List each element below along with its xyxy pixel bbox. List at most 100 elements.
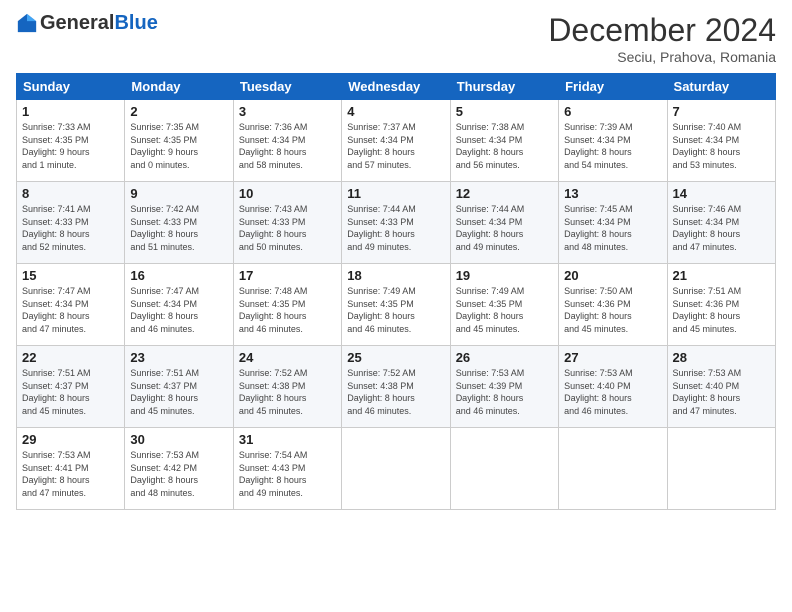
calendar-cell: 22Sunrise: 7:51 AMSunset: 4:37 PMDayligh… [17, 346, 125, 428]
calendar-cell: 15 Sunrise: 7:47 AMSunset: 4:34 PMDayligh… [17, 264, 125, 346]
calendar-cell: 1Sunrise: 7:33 AMSunset: 4:35 PMDaylight… [17, 100, 125, 182]
day-number: 28 [673, 350, 770, 365]
weekday-header-friday: Friday [559, 74, 667, 100]
calendar-cell: 20 Sunrise: 7:50 AMSunset: 4:36 PMDayligh… [559, 264, 667, 346]
calendar-cell: 29Sunrise: 7:53 AMSunset: 4:41 PMDayligh… [17, 428, 125, 510]
logo-general-text: General [40, 13, 114, 33]
calendar-cell [342, 428, 450, 510]
day-info: Sunrise: 7:49 AMSunset: 4:35 PMDaylight:… [347, 285, 444, 335]
calendar-cell [667, 428, 775, 510]
weekday-header-saturday: Saturday [667, 74, 775, 100]
calendar-cell: 11 Sunrise: 7:44 AMSunset: 4:33 PMDayligh… [342, 182, 450, 264]
day-info: Sunrise: 7:39 AMSunset: 4:34 PMDaylight:… [564, 121, 661, 171]
day-info: Sunrise: 7:49 AMSunset: 4:35 PMDaylight:… [456, 285, 553, 335]
calendar-cell: 26 Sunrise: 7:53 AMSunset: 4:39 PMDayligh… [450, 346, 558, 428]
day-info: Sunrise: 7:41 AMSunset: 4:33 PMDaylight:… [22, 203, 119, 253]
day-number: 18 [347, 268, 444, 283]
day-number: 24 [239, 350, 336, 365]
week-row-5: 29Sunrise: 7:53 AMSunset: 4:41 PMDayligh… [17, 428, 776, 510]
week-row-1: 1Sunrise: 7:33 AMSunset: 4:35 PMDaylight… [17, 100, 776, 182]
day-info: Sunrise: 7:53 AMSunset: 4:40 PMDaylight:… [673, 367, 770, 417]
weekday-header-tuesday: Tuesday [233, 74, 341, 100]
day-info: Sunrise: 7:51 AMSunset: 4:36 PMDaylight:… [673, 285, 770, 335]
day-number: 15 [22, 268, 119, 283]
calendar-cell: 27Sunrise: 7:53 AMSunset: 4:40 PMDayligh… [559, 346, 667, 428]
title-block: December 2024 Seciu, Prahova, Romania [548, 12, 776, 65]
day-number: 20 [564, 268, 661, 283]
calendar-cell: 18 Sunrise: 7:49 AMSunset: 4:35 PMDayligh… [342, 264, 450, 346]
calendar-cell: 8Sunrise: 7:41 AMSunset: 4:33 PMDaylight… [17, 182, 125, 264]
day-number: 29 [22, 432, 119, 447]
calendar-cell: 31Sunrise: 7:54 AMSunset: 4:43 PMDayligh… [233, 428, 341, 510]
calendar-table: SundayMondayTuesdayWednesdayThursdayFrid… [16, 73, 776, 510]
day-number: 1 [22, 104, 119, 119]
calendar-cell: 10Sunrise: 7:43 AMSunset: 4:33 PMDayligh… [233, 182, 341, 264]
day-number: 26 [456, 350, 553, 365]
day-number: 19 [456, 268, 553, 283]
header: GeneralBlue December 2024 Seciu, Prahova… [16, 12, 776, 65]
calendar-cell: 9 Sunrise: 7:42 AMSunset: 4:33 PMDaylight… [125, 182, 233, 264]
day-number: 6 [564, 104, 661, 119]
day-number: 2 [130, 104, 227, 119]
day-number: 4 [347, 104, 444, 119]
day-info: Sunrise: 7:46 AMSunset: 4:34 PMDaylight:… [673, 203, 770, 253]
calendar-cell: 12 Sunrise: 7:44 AMSunset: 4:34 PMDayligh… [450, 182, 558, 264]
logo: GeneralBlue [16, 12, 158, 34]
day-number: 17 [239, 268, 336, 283]
weekday-header-sunday: Sunday [17, 74, 125, 100]
day-number: 9 [130, 186, 227, 201]
week-row-2: 8Sunrise: 7:41 AMSunset: 4:33 PMDaylight… [17, 182, 776, 264]
day-info: Sunrise: 7:36 AMSunset: 4:34 PMDaylight:… [239, 121, 336, 171]
month-title: December 2024 [548, 12, 776, 49]
week-row-3: 15 Sunrise: 7:47 AMSunset: 4:34 PMDayligh… [17, 264, 776, 346]
day-info: Sunrise: 7:51 AMSunset: 4:37 PMDaylight:… [130, 367, 227, 417]
day-info: Sunrise: 7:52 AMSunset: 4:38 PMDaylight:… [239, 367, 336, 417]
weekday-header-row: SundayMondayTuesdayWednesdayThursdayFrid… [17, 74, 776, 100]
calendar-cell: 2 Sunrise: 7:35 AMSunset: 4:35 PMDaylight… [125, 100, 233, 182]
calendar-cell: 4 Sunrise: 7:37 AMSunset: 4:34 PMDaylight… [342, 100, 450, 182]
day-info: Sunrise: 7:37 AMSunset: 4:34 PMDaylight:… [347, 121, 444, 171]
calendar-cell: 23Sunrise: 7:51 AMSunset: 4:37 PMDayligh… [125, 346, 233, 428]
day-info: Sunrise: 7:38 AMSunset: 4:34 PMDaylight:… [456, 121, 553, 171]
calendar-cell: 3 Sunrise: 7:36 AMSunset: 4:34 PMDaylight… [233, 100, 341, 182]
calendar-cell: 17 Sunrise: 7:48 AMSunset: 4:35 PMDayligh… [233, 264, 341, 346]
calendar-cell: 16Sunrise: 7:47 AMSunset: 4:34 PMDayligh… [125, 264, 233, 346]
calendar-cell: 19 Sunrise: 7:49 AMSunset: 4:35 PMDayligh… [450, 264, 558, 346]
day-number: 30 [130, 432, 227, 447]
weekday-header-wednesday: Wednesday [342, 74, 450, 100]
day-info: Sunrise: 7:50 AMSunset: 4:36 PMDaylight:… [564, 285, 661, 335]
week-row-4: 22Sunrise: 7:51 AMSunset: 4:37 PMDayligh… [17, 346, 776, 428]
day-info: Sunrise: 7:45 AMSunset: 4:34 PMDaylight:… [564, 203, 661, 253]
day-number: 13 [564, 186, 661, 201]
calendar-cell: 25 Sunrise: 7:52 AMSunset: 4:38 PMDayligh… [342, 346, 450, 428]
day-number: 12 [456, 186, 553, 201]
day-number: 11 [347, 186, 444, 201]
page: GeneralBlue December 2024 Seciu, Prahova… [0, 0, 792, 612]
calendar-cell: 28 Sunrise: 7:53 AMSunset: 4:40 PMDayligh… [667, 346, 775, 428]
weekday-header-thursday: Thursday [450, 74, 558, 100]
day-number: 16 [130, 268, 227, 283]
day-number: 7 [673, 104, 770, 119]
day-number: 21 [673, 268, 770, 283]
day-info: Sunrise: 7:44 AMSunset: 4:34 PMDaylight:… [456, 203, 553, 253]
calendar-cell: 6 Sunrise: 7:39 AMSunset: 4:34 PMDaylight… [559, 100, 667, 182]
day-number: 3 [239, 104, 336, 119]
day-info: Sunrise: 7:47 AMSunset: 4:34 PMDaylight:… [22, 285, 119, 335]
logo-icon [16, 12, 38, 34]
day-info: Sunrise: 7:35 AMSunset: 4:35 PMDaylight:… [130, 121, 227, 171]
calendar-cell [559, 428, 667, 510]
day-info: Sunrise: 7:42 AMSunset: 4:33 PMDaylight:… [130, 203, 227, 253]
logo-blue-text: Blue [114, 13, 157, 33]
calendar-cell: 13 Sunrise: 7:45 AMSunset: 4:34 PMDayligh… [559, 182, 667, 264]
day-info: Sunrise: 7:52 AMSunset: 4:38 PMDaylight:… [347, 367, 444, 417]
day-info: Sunrise: 7:48 AMSunset: 4:35 PMDaylight:… [239, 285, 336, 335]
day-info: Sunrise: 7:53 AMSunset: 4:39 PMDaylight:… [456, 367, 553, 417]
location-subtitle: Seciu, Prahova, Romania [548, 49, 776, 65]
calendar-cell [450, 428, 558, 510]
day-number: 5 [456, 104, 553, 119]
calendar-cell: 24 Sunrise: 7:52 AMSunset: 4:38 PMDayligh… [233, 346, 341, 428]
calendar-cell: 21 Sunrise: 7:51 AMSunset: 4:36 PMDayligh… [667, 264, 775, 346]
day-info: Sunrise: 7:44 AMSunset: 4:33 PMDaylight:… [347, 203, 444, 253]
day-number: 27 [564, 350, 661, 365]
day-number: 25 [347, 350, 444, 365]
